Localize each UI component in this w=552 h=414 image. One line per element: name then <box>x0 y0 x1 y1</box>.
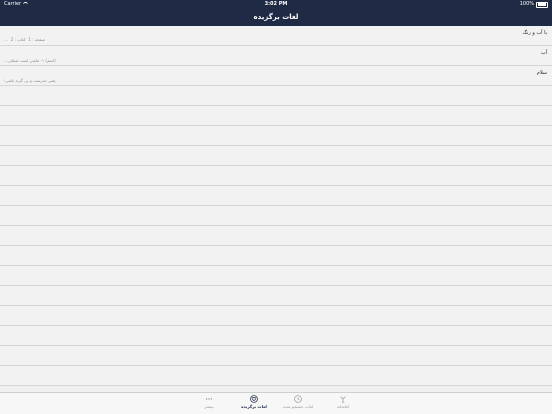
empty-row <box>0 366 552 386</box>
battery-icon <box>536 1 548 8</box>
tab-label: لغات جستجو شده <box>282 404 314 409</box>
tab-favorites[interactable]: لغات برگزیده <box>234 395 274 413</box>
empty-row <box>0 286 552 306</box>
empty-row <box>0 226 552 246</box>
tab-label: کتابخانه <box>336 404 350 409</box>
empty-row <box>0 126 552 146</box>
favorites-list[interactable]: با آب و رنگ ... کتاب : 2 صفحه : 1 آب (اس… <box>0 26 552 392</box>
tab-bar: بیشتر لغات برگزیده لغات جستجو شده کتابخا… <box>0 392 552 414</box>
status-right: 100% <box>520 0 548 9</box>
more-icon <box>205 398 213 400</box>
entry-meaning: (اسم) ۱- مایعی است شفاف... <box>4 58 56 63</box>
entry-meaning: یعنی تندرست و بی گزند باشی؛ <box>4 78 56 83</box>
empty-row <box>0 266 552 286</box>
tab-library[interactable]: کتابخانه <box>323 395 363 413</box>
empty-row <box>0 106 552 126</box>
empty-row <box>0 326 552 346</box>
entry-ref-page: صفحه : 1 <box>28 37 45 42</box>
empty-row <box>0 146 552 166</box>
status-time: 3:02 PM <box>264 1 288 7</box>
status-bar: Carrier 3:02 PM 100% <box>0 0 552 9</box>
history-icon <box>294 395 302 403</box>
entry-word: سلام <box>536 70 547 76</box>
tab-label: بیشتر <box>204 404 214 409</box>
empty-row <box>0 346 552 366</box>
tab-label: لغات برگزیده <box>241 404 267 409</box>
battery-percent: 100% <box>519 1 534 7</box>
entry-word: آب <box>540 50 547 56</box>
list-item[interactable]: سلام یعنی تندرست و بی گزند باشی؛ <box>0 66 552 86</box>
page-title: لغات برگزیده <box>253 13 299 21</box>
entry-ref-more: ... <box>4 37 8 42</box>
heart-icon <box>250 395 258 403</box>
empty-row <box>0 166 552 186</box>
tab-more[interactable]: بیشتر <box>189 395 229 413</box>
library-icon <box>340 396 346 403</box>
empty-row <box>0 86 552 106</box>
list-item[interactable]: با آب و رنگ ... کتاب : 2 صفحه : 1 <box>0 26 552 46</box>
empty-row <box>0 186 552 206</box>
empty-row <box>0 246 552 266</box>
tab-history[interactable]: لغات جستجو شده <box>278 395 318 413</box>
empty-row <box>0 206 552 226</box>
empty-row <box>0 306 552 326</box>
entry-ref-volume: کتاب : 2 <box>10 37 26 42</box>
entry-word: با آب و رنگ <box>522 30 547 36</box>
list-item[interactable]: آب (اسم) ۱- مایعی است شفاف... <box>0 46 552 66</box>
nav-bar: لغات برگزیده <box>0 9 552 26</box>
entry-reference: ... کتاب : 2 صفحه : 1 <box>4 37 45 42</box>
